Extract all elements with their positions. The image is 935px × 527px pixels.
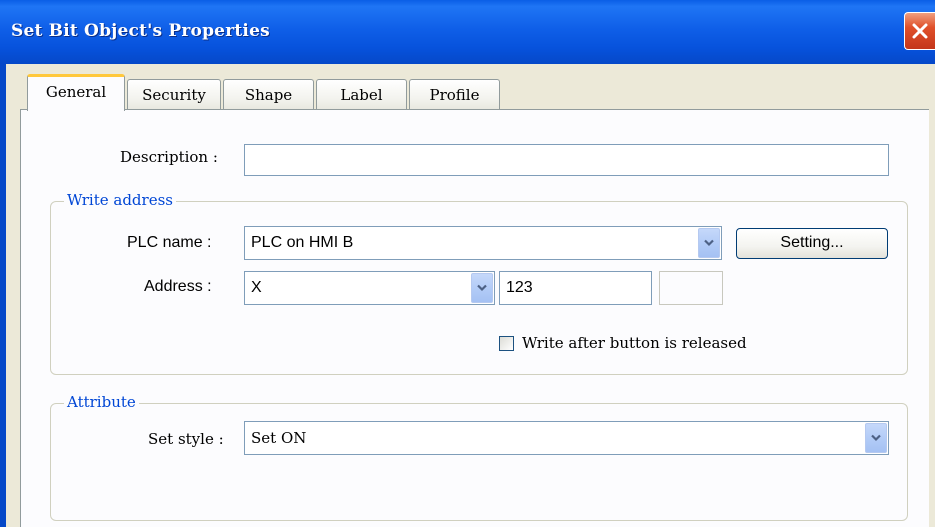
tab-general-label: General	[45, 83, 107, 101]
write-address-title: Write address	[64, 191, 176, 209]
set-style-select[interactable]: Set ON	[244, 421, 889, 455]
tab-security-label: Security	[142, 86, 206, 104]
address-label: Address :	[144, 278, 212, 295]
title-bar[interactable]: Set Bit Object's Properties	[0, 0, 935, 64]
tab-security[interactable]: Security	[127, 79, 221, 111]
address-device-dropdown-button[interactable]	[471, 273, 493, 303]
set-style-label: Set style :	[148, 430, 224, 448]
dialog-window: Set Bit Object's Properties General Secu…	[0, 0, 935, 527]
tab-shape-label: Shape	[244, 86, 293, 104]
plc-name-label: PLC name :	[127, 234, 212, 251]
window-title: Set Bit Object's Properties	[11, 21, 270, 41]
write-after-release-label: Write after button is released	[522, 334, 747, 352]
address-device-select[interactable]: X	[244, 271, 495, 305]
plc-name-value: PLC on HMI B	[251, 234, 354, 251]
tab-profile-label: Profile	[429, 86, 480, 104]
description-label: Description :	[120, 148, 218, 166]
set-style-dropdown-button[interactable]	[865, 423, 887, 453]
close-button[interactable]	[904, 12, 935, 50]
close-icon	[912, 23, 928, 39]
chevron-down-icon	[704, 239, 714, 247]
chevron-down-icon	[871, 434, 881, 442]
plc-name-select[interactable]: PLC on HMI B	[244, 226, 722, 260]
set-style-value: Set ON	[251, 429, 307, 447]
chevron-down-icon	[477, 284, 487, 292]
write-after-release-checkbox[interactable]	[499, 336, 514, 351]
setting-button-label: Setting...	[780, 234, 844, 251]
attribute-title: Attribute	[64, 393, 139, 411]
address-value: 123	[506, 279, 533, 296]
tab-label-label: Label	[340, 86, 383, 104]
tab-profile[interactable]: Profile	[409, 79, 500, 111]
description-input[interactable]	[244, 144, 889, 176]
tab-label[interactable]: Label	[316, 79, 407, 111]
tab-general[interactable]: General	[27, 74, 125, 111]
plc-name-dropdown-button[interactable]	[698, 228, 720, 258]
address-input[interactable]: 123	[499, 271, 652, 305]
address-suffix-field	[659, 271, 723, 305]
address-device-value: X	[251, 279, 262, 296]
tab-shape[interactable]: Shape	[223, 79, 314, 111]
setting-button[interactable]: Setting...	[736, 228, 888, 259]
